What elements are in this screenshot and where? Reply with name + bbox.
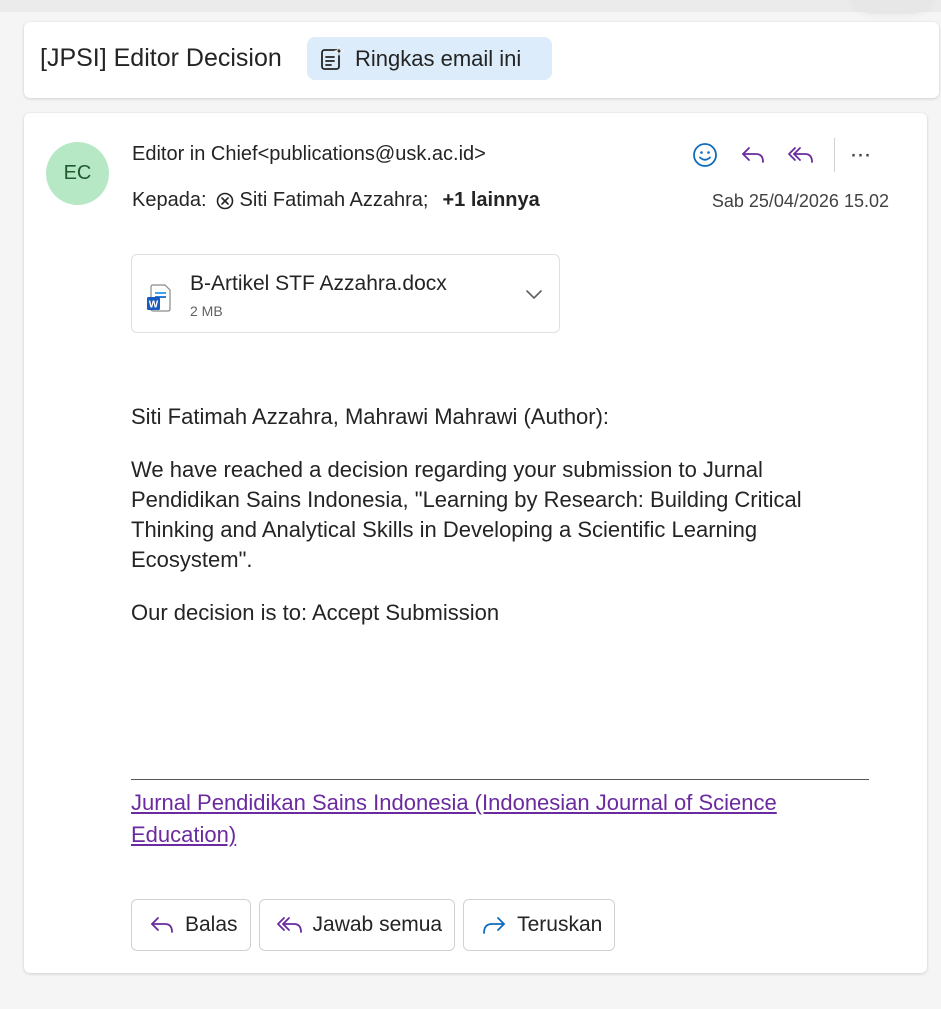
attachment-filename: B-Artikel STF Azzahra.docx	[190, 272, 447, 295]
attachment-card[interactable]: W B-Artikel STF Azzahra.docx 2 MB	[131, 254, 560, 333]
chevron-down-icon[interactable]	[523, 283, 545, 305]
window-top-strip	[0, 0, 941, 12]
forward-footer-button[interactable]: Teruskan	[463, 899, 616, 951]
reply-label: Balas	[185, 913, 238, 936]
footer-actions: Balas Jawab semua Teruskan	[131, 899, 623, 951]
reply-all-arrow-icon	[276, 917, 302, 933]
summarize-label: Ringkas email ini	[355, 45, 522, 71]
journal-link[interactable]: Jurnal Pendidikan Sains Indonesia (Indon…	[131, 787, 871, 851]
message-actions: ···	[688, 137, 877, 173]
emoji-reaction-button[interactable]	[688, 138, 722, 172]
reply-all-label: Jawab semua	[312, 913, 443, 936]
reply-footer-button[interactable]: Balas	[131, 899, 251, 951]
reply-all-footer-button[interactable]: Jawab semua	[258, 899, 456, 951]
message-body: Siti Fatimah Azzahra, Mahrawi Mahrawi (A…	[131, 402, 871, 651]
circle-x-icon[interactable]	[216, 192, 234, 210]
reply-all-button[interactable]	[784, 138, 818, 172]
more-actions-button[interactable]: ···	[843, 138, 877, 172]
to-label: Kepada:	[132, 189, 207, 211]
signature-divider	[131, 779, 869, 780]
reply-arrow-icon	[151, 917, 173, 933]
attachment-size: 2 MB	[190, 303, 223, 319]
body-paragraph: We have reached a decision regarding you…	[131, 457, 802, 572]
sender-avatar[interactable]: EC	[46, 142, 109, 205]
reply-arrow-icon	[742, 147, 764, 163]
recipients-line: Kepada: Siti Fatimah Azzahra; +1 lainnya	[132, 189, 540, 212]
summarize-email-button[interactable]: Ringkas email ini	[307, 37, 552, 80]
forward-arrow-icon	[483, 917, 506, 934]
body-greeting: Siti Fatimah Azzahra, Mahrawi Mahrawi (A…	[131, 404, 610, 429]
email-subject: [JPSI] Editor Decision	[40, 44, 282, 72]
sender-name[interactable]: Editor in Chief<publications@usk.ac.id>	[132, 143, 486, 166]
word-doc-icon: W	[147, 284, 171, 312]
message-card: EC Editor in Chief<publications@usk.ac.i…	[24, 113, 927, 973]
reply-all-arrow-icon	[788, 147, 813, 163]
recipient-name[interactable]: Siti Fatimah Azzahra;	[240, 189, 429, 212]
summarize-sparkle-icon	[321, 45, 345, 70]
forward-label: Teruskan	[517, 913, 603, 936]
body-decision: Our decision is to: Accept Submission	[131, 600, 500, 625]
reply-button[interactable]	[736, 138, 770, 172]
message-date: Sab 25/04/2026 15.02	[711, 191, 889, 211]
smiley-icon	[693, 143, 717, 167]
top-right-shadow	[852, 0, 932, 14]
actions-divider	[834, 138, 835, 172]
more-recipients-link[interactable]: +1 lainnya	[442, 189, 539, 212]
svg-text:W: W	[149, 300, 159, 311]
subject-header: [JPSI] Editor Decision Ringkas email ini	[24, 22, 939, 98]
